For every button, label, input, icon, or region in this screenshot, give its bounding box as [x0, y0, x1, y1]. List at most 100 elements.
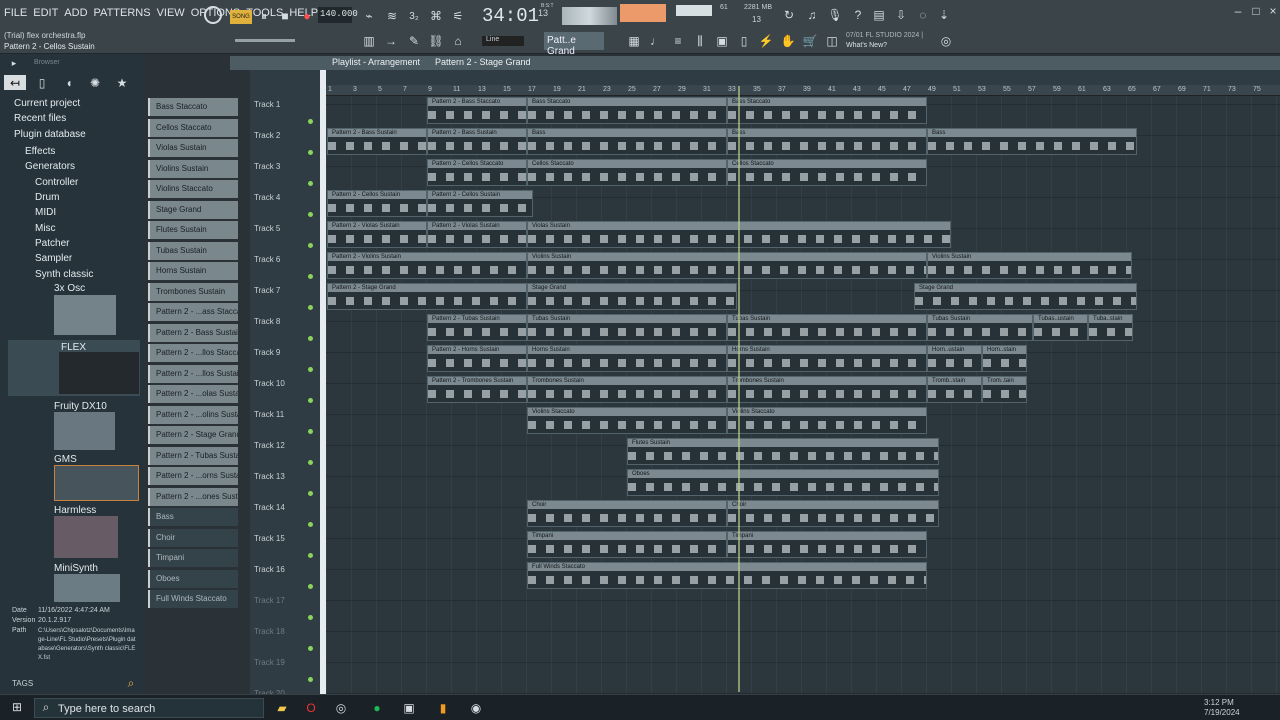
browser-effects[interactable]: Effects [25, 146, 55, 157]
pattern-clip[interactable]: Violins Sustain [527, 252, 927, 279]
browser-arrow-icon[interactable]: ▸ [8, 58, 20, 68]
browser-patcher[interactable]: Patcher [35, 238, 69, 249]
piano-roll-icon[interactable]: ♩ [648, 33, 664, 49]
count-in-icon[interactable]: 3₂ [405, 7, 423, 25]
channel-13[interactable]: Pattern 2 - ...llos Sustain [148, 364, 238, 383]
pattern-clip[interactable]: Trom..tain [982, 376, 1027, 403]
pattern-clip[interactable]: Pattern 2 - Stage Grand [327, 283, 527, 310]
slide-icon[interactable]: → [382, 33, 400, 49]
pattern-clip[interactable]: Pattern 2 - Cellos Sustain [327, 190, 427, 217]
pattern-clip[interactable]: Choir [727, 500, 939, 527]
channel-14[interactable]: Pattern 2 - ...olas Sustain [148, 385, 238, 403]
loop-record-icon[interactable]: ⌘ [427, 7, 445, 25]
search-icon[interactable]: ⌕ [125, 676, 137, 690]
browser-audio-icon[interactable]: ◖ [58, 75, 80, 90]
track-active-indicator[interactable] [308, 615, 313, 620]
pattern-clip[interactable]: Tubas..ustain [1033, 314, 1088, 341]
pattern-clip[interactable]: Trombones Sustain [727, 376, 927, 403]
pattern-clip[interactable]: Horns Sustain [527, 345, 727, 372]
channel-23[interactable]: Oboes [148, 569, 238, 588]
main-volume-slider[interactable] [235, 39, 295, 42]
help-icon[interactable]: ? [849, 6, 867, 24]
track-active-indicator[interactable] [308, 181, 313, 186]
channel-rack-icon[interactable]: ≡ [670, 33, 686, 49]
pattern-clip[interactable]: Timpani [727, 531, 927, 558]
track-active-indicator[interactable] [308, 429, 313, 434]
menu-file[interactable]: FILE [4, 7, 27, 19]
channel-5[interactable]: Stage Grand [148, 200, 238, 219]
channel-9[interactable]: Trombones Sustain [148, 282, 238, 301]
folder-icon[interactable]: ▰ [275, 701, 289, 715]
save-icon[interactable]: ▤ [870, 6, 888, 24]
channel-15[interactable]: Pattern 2 - ...olins Sustain [148, 405, 238, 424]
browser-drum[interactable]: Drum [35, 192, 59, 203]
news-header[interactable]: 07/01 FL STUDIO 2024 | [846, 32, 923, 39]
shop-icon[interactable]: 🛒 [802, 33, 818, 49]
channel-17[interactable]: Pattern 2 - Tubas Sustain [148, 446, 238, 465]
pattern-clip[interactable]: Horns Sustain [727, 345, 927, 372]
plugin-picker-icon[interactable]: ▣ [714, 33, 730, 49]
pattern-clip[interactable]: Violins Staccato [727, 407, 927, 434]
pattern-clip[interactable]: Bass Staccato [727, 97, 927, 124]
channel-22[interactable]: Timpani [148, 549, 238, 567]
waveform-icon[interactable]: ≋ [383, 7, 401, 25]
pattern-clip[interactable]: Trombones Sustain [527, 376, 727, 403]
channel-24[interactable]: Full Winds Staccato [148, 590, 238, 608]
minimize-icon[interactable]: – [1232, 4, 1244, 18]
browser-harmless[interactable]: Harmless [54, 505, 96, 516]
pattern-clip[interactable]: Flutes Sustain [627, 438, 939, 465]
playlist-window-icon[interactable]: ▦ [626, 33, 642, 49]
channel-19[interactable]: Pattern 2 - ...ones Sustain [148, 487, 238, 506]
pattern-clip[interactable]: Bass [927, 128, 1137, 155]
track-active-indicator[interactable] [308, 119, 313, 124]
menu-add[interactable]: ADD [64, 7, 87, 19]
pattern-clip[interactable]: Pattern 2 - Tubas Sustain [427, 314, 527, 341]
tempo-dial-icon[interactable] [204, 6, 222, 24]
spotify-icon[interactable]: ● [370, 701, 384, 715]
track-active-indicator[interactable] [308, 522, 313, 527]
browser-plugin-database[interactable]: Plugin database [14, 129, 86, 140]
track-active-indicator[interactable] [308, 212, 313, 217]
pattern-clip[interactable]: Timpani [527, 531, 727, 558]
browser-3x-osc[interactable]: 3x Osc [54, 283, 85, 294]
pattern-clip[interactable]: Pattern 2 - Bass Staccato [427, 97, 527, 124]
channel-21[interactable]: Choir [148, 528, 238, 547]
pattern-clip[interactable]: Cellos Staccato [527, 159, 727, 186]
close-icon[interactable]: × [1267, 4, 1279, 18]
channel-16[interactable]: Pattern 2 - Stage Grand [148, 426, 238, 444]
pencil-icon[interactable]: ✎ [405, 33, 423, 49]
opera-icon[interactable]: O [304, 701, 318, 715]
channel-0[interactable]: Bass Staccato [148, 98, 238, 116]
record-icon[interactable]: ● [298, 7, 316, 25]
pattern-clip[interactable]: Pattern 2 - Horns Sustain [427, 345, 527, 372]
song-mode-button[interactable]: SONG [230, 10, 252, 24]
browser-fruity-dx10[interactable]: Fruity DX10 [54, 401, 107, 412]
stamp-icon[interactable]: ⌂ [449, 33, 467, 49]
pattern-clip[interactable]: Pattern 2 - Cellos Sustain [427, 190, 533, 217]
browser-recent-files[interactable]: Recent files [14, 113, 66, 124]
tempo-display[interactable]: 140.000 [318, 7, 358, 23]
export-icon[interactable]: ⇣ [935, 6, 953, 24]
pattern-clip[interactable]: Pattern 2 - Trombones Sustain [427, 376, 527, 403]
browser-generators[interactable]: Generators [25, 161, 75, 172]
browser-current-project[interactable]: Current project [14, 98, 80, 109]
pattern-clip[interactable]: Stage Grand [914, 283, 1137, 310]
channel-3[interactable]: Violins Sustain [148, 159, 238, 178]
pattern-clip[interactable]: Tubas Sustain [527, 314, 727, 341]
project-browser-icon[interactable]: ▯ [736, 33, 752, 49]
browser-all-icon[interactable]: ↤ [4, 75, 26, 90]
pattern-clip[interactable]: Full Winds Staccato [527, 562, 927, 589]
channel-2[interactable]: Violas Sustain [148, 139, 238, 157]
pattern-clip[interactable]: Choir [527, 500, 727, 527]
fl-studio-taskbar-icon[interactable]: ▮ [434, 699, 452, 717]
menu-view[interactable]: VIEW [157, 7, 185, 19]
browser-midi[interactable]: MIDI [35, 207, 56, 218]
pattern-clip[interactable]: Pattern 2 - Violas Sustain [427, 221, 527, 248]
reset-icon[interactable]: ↻ [780, 6, 798, 24]
pattern-clip[interactable]: Violins Sustain [927, 252, 1132, 279]
track-active-indicator[interactable] [308, 553, 313, 558]
track-active-indicator[interactable] [308, 677, 313, 682]
pattern-clip[interactable]: Pattern 2 - Cellos Staccato [427, 159, 527, 186]
pattern-clip[interactable]: Cellos Staccato [727, 159, 927, 186]
stop-icon[interactable]: ■ [276, 7, 294, 25]
